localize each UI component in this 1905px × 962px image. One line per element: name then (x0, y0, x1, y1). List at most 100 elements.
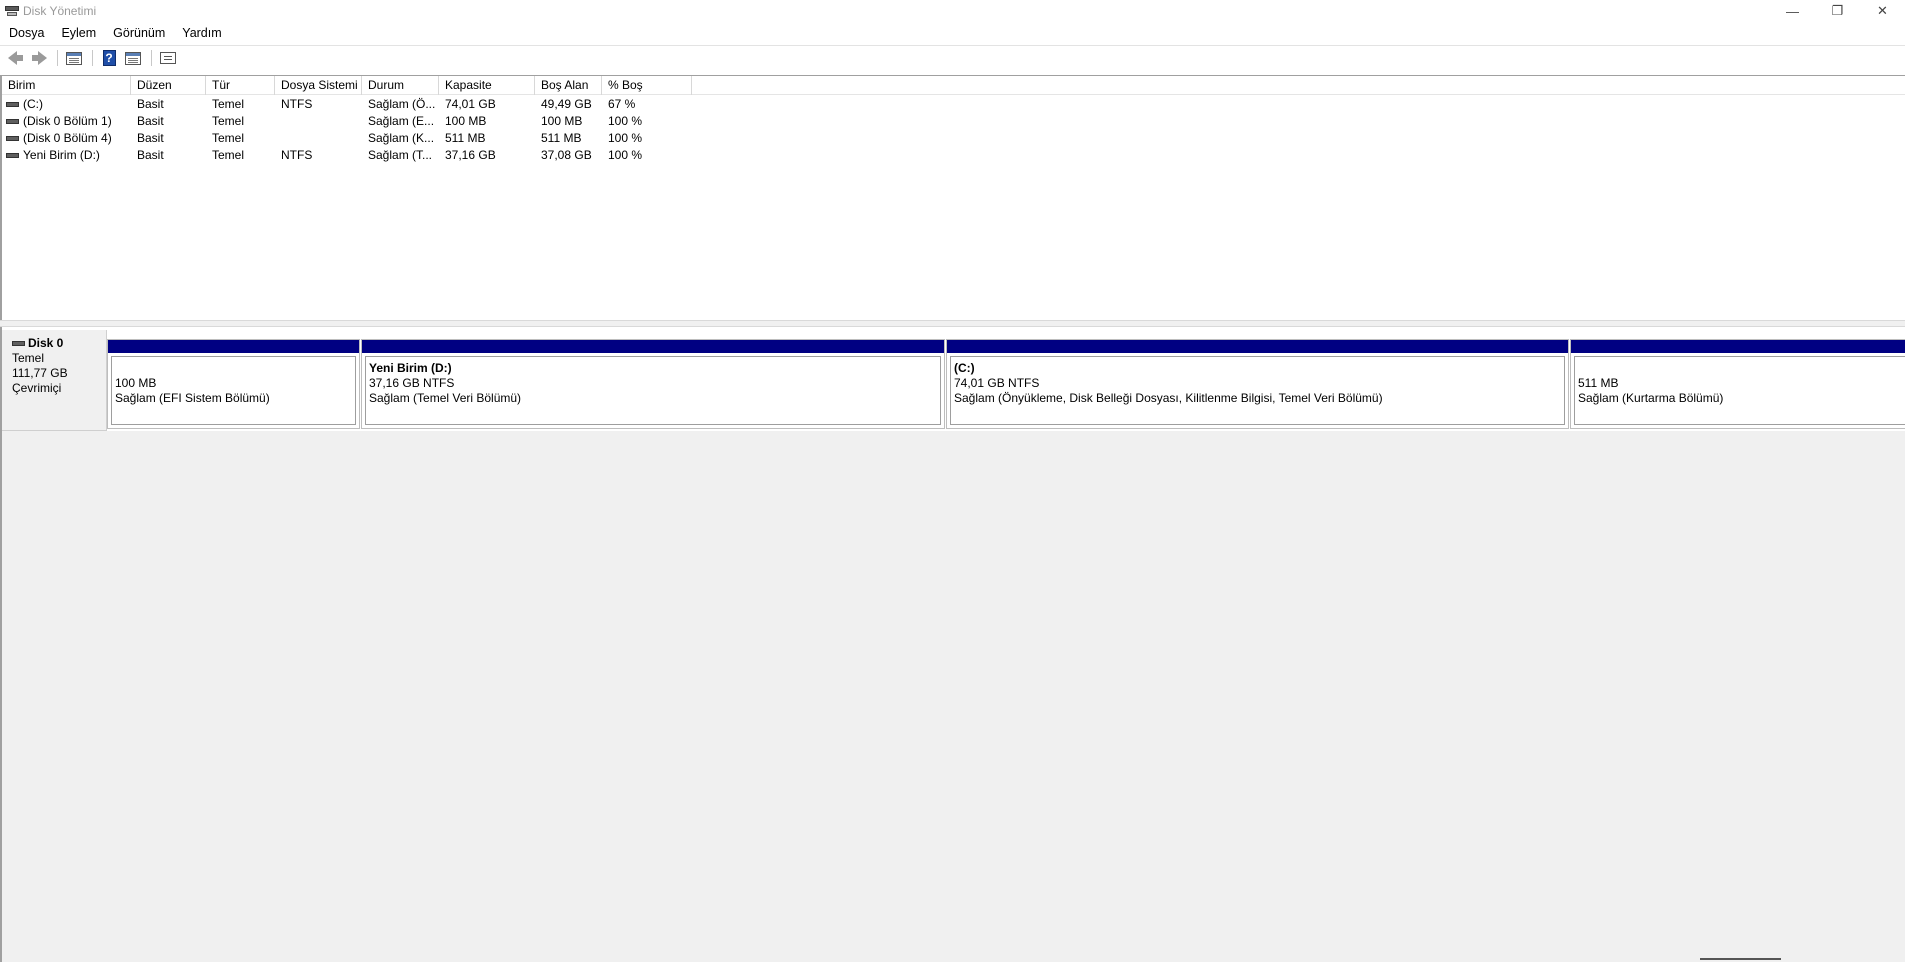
partition-size: 74,01 GB NTFS (954, 376, 1040, 390)
partition-size: 511 MB (1578, 376, 1619, 390)
menu-action[interactable]: Eylem (52, 26, 104, 40)
capacity-cell: 74,01 GB (445, 97, 496, 111)
forward-arrow-icon (31, 51, 47, 65)
volume-name: (C:) (23, 97, 43, 111)
partition-bar (108, 340, 359, 353)
pane-splitter[interactable] (0, 320, 1905, 327)
drive-icon (6, 153, 19, 158)
partition-info: (C:) 74,01 GB NTFS Sağlam (Önyükleme, Di… (950, 356, 1565, 425)
percent-free-cell: 67 % (608, 97, 636, 111)
column-header-capacity[interactable]: Kapasite (439, 76, 535, 95)
column-header-volume[interactable]: Birim (2, 76, 131, 95)
window-controls: — ❐ ✕ (1770, 0, 1905, 22)
status-cell: Sağlam (E... (368, 114, 435, 128)
status-cell: Sağlam (Ö... (368, 97, 436, 111)
column-header-percent-free[interactable]: % Boş (602, 76, 692, 95)
column-header-type[interactable]: Tür (206, 76, 275, 95)
partition-name (1578, 361, 1905, 376)
type-cell: Temel (212, 148, 245, 162)
disk-graphical-view: Disk 0 Temel 111,77 GB Çevrimiçi 100 MB … (0, 327, 1905, 962)
partition-efi[interactable]: 100 MB Sağlam (EFI Sistem Bölümü) (107, 339, 360, 429)
menu-bar: Dosya Eylem Görünüm Yardım (0, 22, 1905, 44)
column-header-free-space[interactable]: Boş Alan (535, 76, 602, 95)
free-space-cell: 37,08 GB (541, 148, 592, 162)
capacity-cell: 37,16 GB (445, 148, 496, 162)
table-row[interactable]: (Disk 0 Bölüm 4) Basit Temel Sağlam (K..… (2, 130, 692, 147)
column-header-filesystem[interactable]: Dosya Sistemi (275, 76, 362, 95)
column-header-row: Birim Düzen Tür Dosya Sistemi Durum Kapa… (2, 76, 1905, 95)
close-button[interactable]: ✕ (1860, 0, 1905, 22)
help-icon: ? (102, 50, 116, 66)
partition-status: Sağlam (Önyükleme, Disk Belleği Dosyası,… (954, 391, 1383, 405)
volume-name: (Disk 0 Bölüm 1) (23, 114, 112, 128)
layout-cell: Basit (137, 131, 164, 145)
status-cell: Sağlam (T... (368, 148, 433, 162)
disk-type: Temel (12, 351, 45, 365)
capacity-cell: 100 MB (445, 114, 487, 128)
free-space-cell: 511 MB (541, 131, 582, 145)
partition-bar (1571, 340, 1905, 353)
volume-list: Birim Düzen Tür Dosya Sistemi Durum Kapa… (0, 75, 1905, 320)
volume-rows: (C:) Basit Temel NTFS Sağlam (Ö... 74,01… (2, 96, 692, 164)
console-tree-icon (66, 51, 82, 65)
type-cell: Temel (212, 131, 245, 145)
list-view-button[interactable] (157, 48, 179, 68)
filesystem-cell (275, 113, 362, 130)
column-header-layout[interactable]: Düzen (131, 76, 206, 95)
disk-management-app-icon (5, 5, 19, 17)
percent-free-cell: 100 % (608, 114, 643, 128)
partition-status: Sağlam (EFI Sistem Bölümü) (115, 391, 270, 405)
back-button[interactable] (4, 48, 26, 68)
column-header-status[interactable]: Durum (362, 76, 439, 95)
disk-size: 111,77 GB (12, 366, 68, 380)
percent-free-cell: 100 % (608, 148, 643, 162)
restore-button[interactable]: ❐ (1815, 0, 1860, 22)
menu-view[interactable]: Görünüm (104, 26, 173, 40)
partition-info: Yeni Birim (D:) 37,16 GB NTFS Sağlam (Te… (365, 356, 941, 425)
disk-label[interactable]: Disk 0 Temel 111,77 GB Çevrimiçi (2, 330, 107, 431)
status-cell: Sağlam (K... (368, 131, 435, 145)
menu-help[interactable]: Yardım (173, 26, 229, 40)
type-cell: Temel (212, 97, 245, 111)
forward-button[interactable] (28, 48, 50, 68)
drive-icon (6, 119, 19, 124)
partition-status: Sağlam (Kurtarma Bölümü) (1578, 391, 1724, 405)
disk-status: Çevrimiçi (12, 381, 62, 395)
volume-name: (Disk 0 Bölüm 4) (23, 131, 112, 145)
table-row[interactable]: (C:) Basit Temel NTFS Sağlam (Ö... 74,01… (2, 96, 692, 113)
drive-icon (6, 136, 19, 141)
table-row[interactable]: Yeni Birim (D:) Basit Temel NTFS Sağlam … (2, 147, 692, 164)
partition-size: 37,16 GB NTFS (369, 376, 455, 390)
free-space-cell: 49,49 GB (541, 97, 592, 111)
partition-bar (947, 340, 1568, 353)
layout-cell: Basit (137, 148, 164, 162)
list-view-icon (160, 52, 176, 64)
partition-info: 100 MB Sağlam (EFI Sistem Bölümü) (111, 356, 356, 425)
properties-button[interactable] (122, 48, 144, 68)
layout-cell: Basit (137, 97, 164, 111)
partition-size: 100 MB (115, 376, 157, 390)
console-tree-button[interactable] (63, 48, 85, 68)
toolbar-separator (92, 50, 93, 66)
toolbar-separator (57, 50, 58, 66)
capacity-cell: 511 MB (445, 131, 486, 145)
disk-name: Disk 0 (28, 336, 64, 350)
partition-recovery[interactable]: 511 MB Sağlam (Kurtarma Bölümü) (1570, 339, 1905, 429)
toolbar: ? (0, 46, 1905, 70)
table-row[interactable]: (Disk 0 Bölüm 1) Basit Temel Sağlam (E..… (2, 113, 692, 130)
partition-d[interactable]: Yeni Birim (D:) 37,16 GB NTFS Sağlam (Te… (361, 339, 945, 429)
partition-name: (C:) (954, 361, 975, 375)
partition-name: Yeni Birim (D:) (369, 361, 452, 375)
help-button[interactable]: ? (98, 48, 120, 68)
volume-name: Yeni Birim (D:) (23, 148, 100, 162)
partition-c[interactable]: (C:) 74,01 GB NTFS Sağlam (Önyükleme, Di… (946, 339, 1569, 429)
menu-file[interactable]: Dosya (0, 26, 52, 40)
minimize-button[interactable]: — (1770, 0, 1815, 22)
window-title: Disk Yönetimi (23, 4, 97, 18)
filesystem-cell: NTFS (281, 97, 313, 111)
properties-icon (125, 51, 141, 65)
partition-name (115, 361, 355, 376)
percent-free-cell: 100 % (608, 131, 643, 145)
back-arrow-icon (7, 51, 23, 65)
disk-row: Disk 0 Temel 111,77 GB Çevrimiçi 100 MB … (2, 327, 1905, 431)
